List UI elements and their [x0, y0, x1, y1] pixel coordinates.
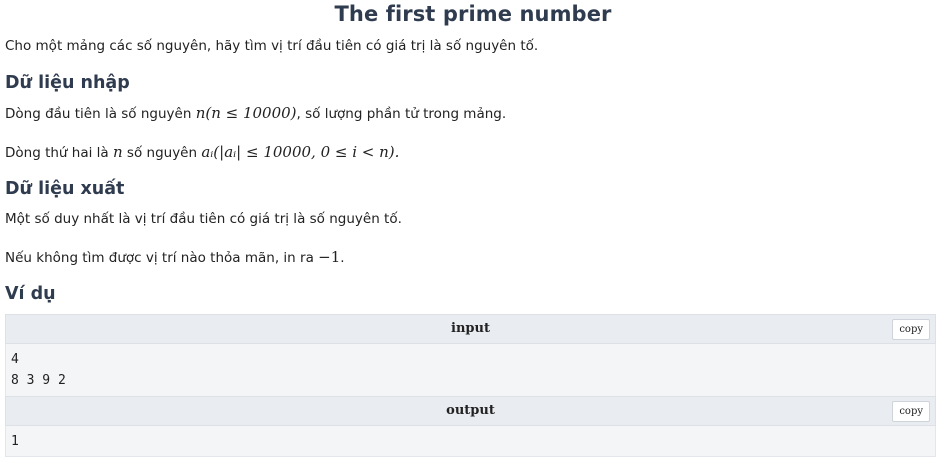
- input-line-2: Dòng thứ hai là n số nguyên aᵢ(|aᵢ| ≤ 10…: [5, 143, 399, 161]
- output-line-1: Một số duy nhất là vị trí đầu tiên có gi…: [5, 211, 402, 227]
- input-line-1-prefix: Dòng đầu tiên là số nguyên: [5, 106, 196, 122]
- example-output-header: output copy: [5, 396, 936, 426]
- output-line-2-suffix: .: [340, 250, 345, 266]
- example-heading: Ví dụ: [5, 284, 56, 304]
- output-line-2: Nếu không tìm được vị trí nào thỏa mãn, …: [5, 248, 345, 266]
- copy-output-button[interactable]: copy: [892, 401, 930, 422]
- input-line-2-mid: số nguyên: [122, 145, 202, 161]
- example-output-body: 1: [5, 426, 936, 457]
- input-line-2-math: aᵢ(|aᵢ| ≤ 10000, 0 ≤ i < n).: [201, 143, 400, 161]
- example-input-header: input copy: [5, 314, 936, 344]
- example-output-label: output: [446, 403, 495, 418]
- input-line-2-prefix: Dòng thứ hai là: [5, 145, 113, 161]
- input-line-1-math: n(n ≤ 10000): [195, 104, 297, 122]
- output-heading: Dữ liệu xuất: [5, 179, 125, 199]
- example-output-text: 1: [11, 434, 19, 449]
- output-line-2-math: −1: [318, 248, 341, 266]
- input-line-2-math-n: n: [112, 143, 123, 161]
- example-input-label: input: [451, 321, 490, 336]
- page-title: The first prime number: [334, 2, 612, 26]
- input-line-1-suffix: , số lượng phần tử trong mảng.: [296, 106, 507, 122]
- input-heading: Dữ liệu nhập: [5, 73, 130, 93]
- example-input-text: 4 8 3 9 2: [11, 352, 66, 388]
- copy-input-button[interactable]: copy: [892, 319, 930, 340]
- example-input-body: 4 8 3 9 2: [5, 344, 936, 396]
- output-line-2-prefix: Nếu không tìm được vị trí nào thỏa mãn, …: [5, 250, 319, 266]
- problem-intro: Cho một mảng các số nguyên, hãy tìm vị t…: [5, 38, 539, 54]
- input-line-1: Dòng đầu tiên là số nguyên n(n ≤ 10000),…: [5, 104, 506, 122]
